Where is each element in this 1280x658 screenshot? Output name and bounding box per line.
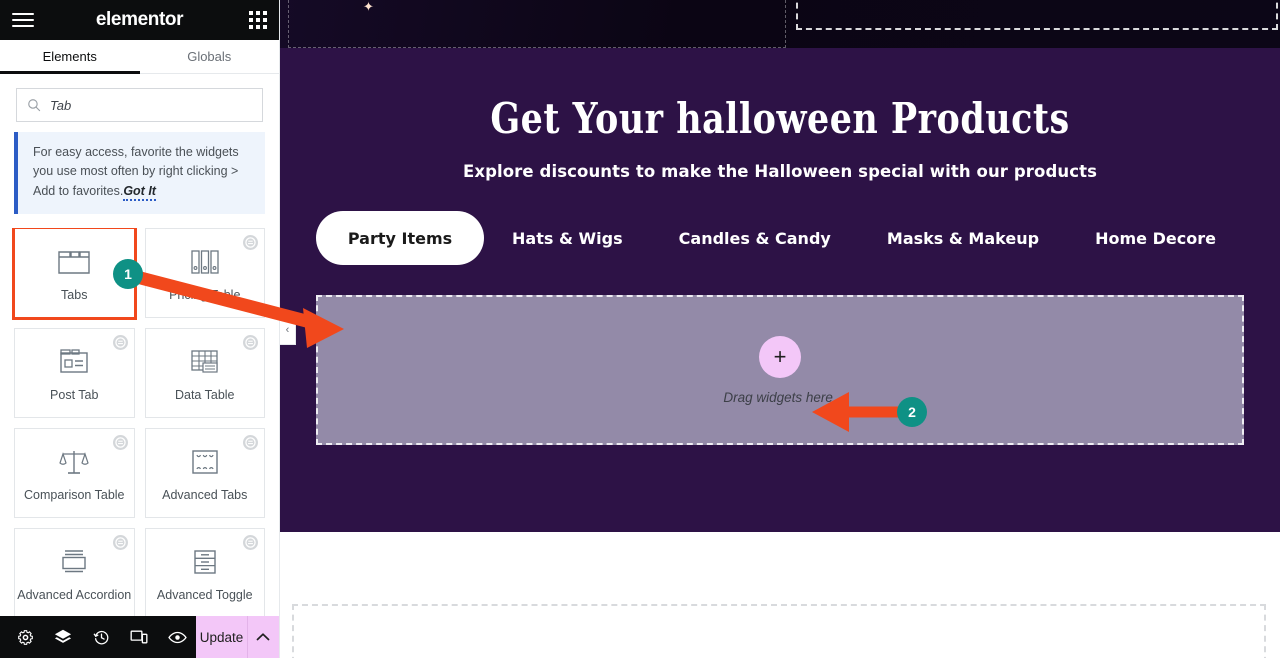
widget-label: Advanced Accordion xyxy=(17,587,132,602)
widget-label: Tabs xyxy=(61,287,88,302)
page-title: Get Your halloween Products xyxy=(490,94,1070,144)
panel-header: elementor xyxy=(0,0,279,40)
hero-tab-home-decore[interactable]: Home Decore xyxy=(1067,229,1244,248)
widget-dropzone[interactable]: + Drag widgets here. xyxy=(316,295,1244,445)
chevron-left-icon: ‹ xyxy=(285,324,290,336)
hamburger-menu-icon[interactable] xyxy=(12,7,38,33)
data-table-icon xyxy=(190,344,220,380)
pro-badge-icon xyxy=(112,335,128,351)
widget-comparison-table[interactable]: Comparison Table xyxy=(14,428,135,519)
pro-badge-icon xyxy=(243,435,258,451)
navigator-layers-icon[interactable] xyxy=(44,616,82,658)
panel-footer-icons xyxy=(0,616,196,658)
widget-label: Comparison Table xyxy=(23,487,125,502)
pro-badge-icon xyxy=(243,235,258,251)
update-button[interactable]: Update xyxy=(196,616,247,658)
preview-eye-icon[interactable] xyxy=(158,616,196,658)
pricing-table-icon xyxy=(190,244,220,280)
hero-tabs: Party Items Hats & Wigs Candles & Candy … xyxy=(280,211,1280,265)
chevron-up-icon xyxy=(257,633,270,641)
apps-grid-icon[interactable] xyxy=(249,11,267,29)
settings-gear-icon[interactable] xyxy=(6,616,44,658)
search-container xyxy=(0,74,279,132)
widget-label: Advanced Tabs xyxy=(162,487,248,502)
canvas-column-right[interactable] xyxy=(796,0,1278,30)
post-tab-icon xyxy=(58,344,90,380)
elementor-panel: elementor Elements Globals For easy acce… xyxy=(0,0,280,658)
plus-icon: + xyxy=(773,343,787,369)
search-icon xyxy=(28,99,41,112)
editor-canvas[interactable]: ✦ Get Your halloween Products Explore di… xyxy=(280,0,1280,658)
widget-label: Post Tab xyxy=(50,387,99,402)
canvas-section-white[interactable] xyxy=(280,532,1280,658)
hero-tab-masks-makeup[interactable]: Masks & Makeup xyxy=(859,229,1067,248)
add-widget-button[interactable]: + xyxy=(759,335,801,378)
tab-elements[interactable]: Elements xyxy=(0,40,140,74)
pro-badge-icon xyxy=(243,335,258,351)
widget-advanced-tabs[interactable]: Advanced Tabs xyxy=(144,428,265,519)
responsive-device-icon[interactable] xyxy=(120,616,158,658)
tabs-icon xyxy=(57,244,91,280)
page-subtitle: Explore discounts to make the Halloween … xyxy=(462,162,1098,181)
pro-badge-icon xyxy=(112,535,128,551)
tab-globals[interactable]: Globals xyxy=(140,40,280,73)
widget-data-table[interactable]: Data Table xyxy=(144,328,265,419)
widget-label: Data Table xyxy=(174,387,235,402)
widget-advanced-accordion[interactable]: Advanced Accordion xyxy=(14,528,135,616)
panel-tabs: Elements Globals xyxy=(0,40,279,74)
comparison-table-icon xyxy=(59,444,89,480)
widget-list[interactable]: Tabs Pricing Table Post Tab Data Table C… xyxy=(0,228,279,616)
elementor-logo: elementor xyxy=(95,9,184,30)
favorites-notice: For easy access, favorite the widgets yo… xyxy=(14,132,265,215)
step-badge-1: 1 xyxy=(113,259,143,289)
advanced-toggle-icon xyxy=(191,544,219,580)
widget-post-tab[interactable]: Post Tab xyxy=(14,328,135,419)
panel-footer: Update xyxy=(0,616,279,658)
step-badge-2: 2 xyxy=(897,397,927,427)
canvas-section-hero[interactable]: Get Your halloween Products Explore disc… xyxy=(280,48,1280,532)
widget-pricing-table[interactable]: Pricing Table xyxy=(144,228,265,319)
canvas-section-dark[interactable]: ✦ xyxy=(280,0,1280,48)
search-box[interactable] xyxy=(16,88,263,122)
pro-badge-icon xyxy=(112,435,128,451)
sparkle-icon: ✦ xyxy=(363,0,374,14)
hero-tab-candles-candy[interactable]: Candles & Candy xyxy=(651,229,859,248)
advanced-tabs-icon xyxy=(190,444,220,480)
publish-options-button[interactable] xyxy=(246,616,279,658)
hero-tab-party-items[interactable]: Party Items xyxy=(316,211,484,265)
widget-label: Advanced Toggle xyxy=(156,587,253,602)
got-it-link[interactable]: Got It xyxy=(123,183,156,201)
pro-badge-icon xyxy=(243,535,258,551)
search-input[interactable] xyxy=(50,97,252,113)
hero-tab-hats-wigs[interactable]: Hats & Wigs xyxy=(484,229,651,248)
dropzone-label: Drag widgets here. xyxy=(723,389,837,405)
widget-grid: Tabs Pricing Table Post Tab Data Table C… xyxy=(12,228,265,616)
panel-collapse-handle[interactable]: ‹ xyxy=(280,315,296,345)
elementor-editor: ✦ Get Your halloween Products Explore di… xyxy=(0,0,1280,658)
widget-label: Pricing Table xyxy=(169,287,241,302)
history-clock-icon[interactable] xyxy=(82,616,120,658)
widget-advanced-toggle[interactable]: Advanced Toggle xyxy=(144,528,265,616)
empty-section-placeholder[interactable] xyxy=(292,604,1266,658)
advanced-accordion-icon xyxy=(58,544,90,580)
